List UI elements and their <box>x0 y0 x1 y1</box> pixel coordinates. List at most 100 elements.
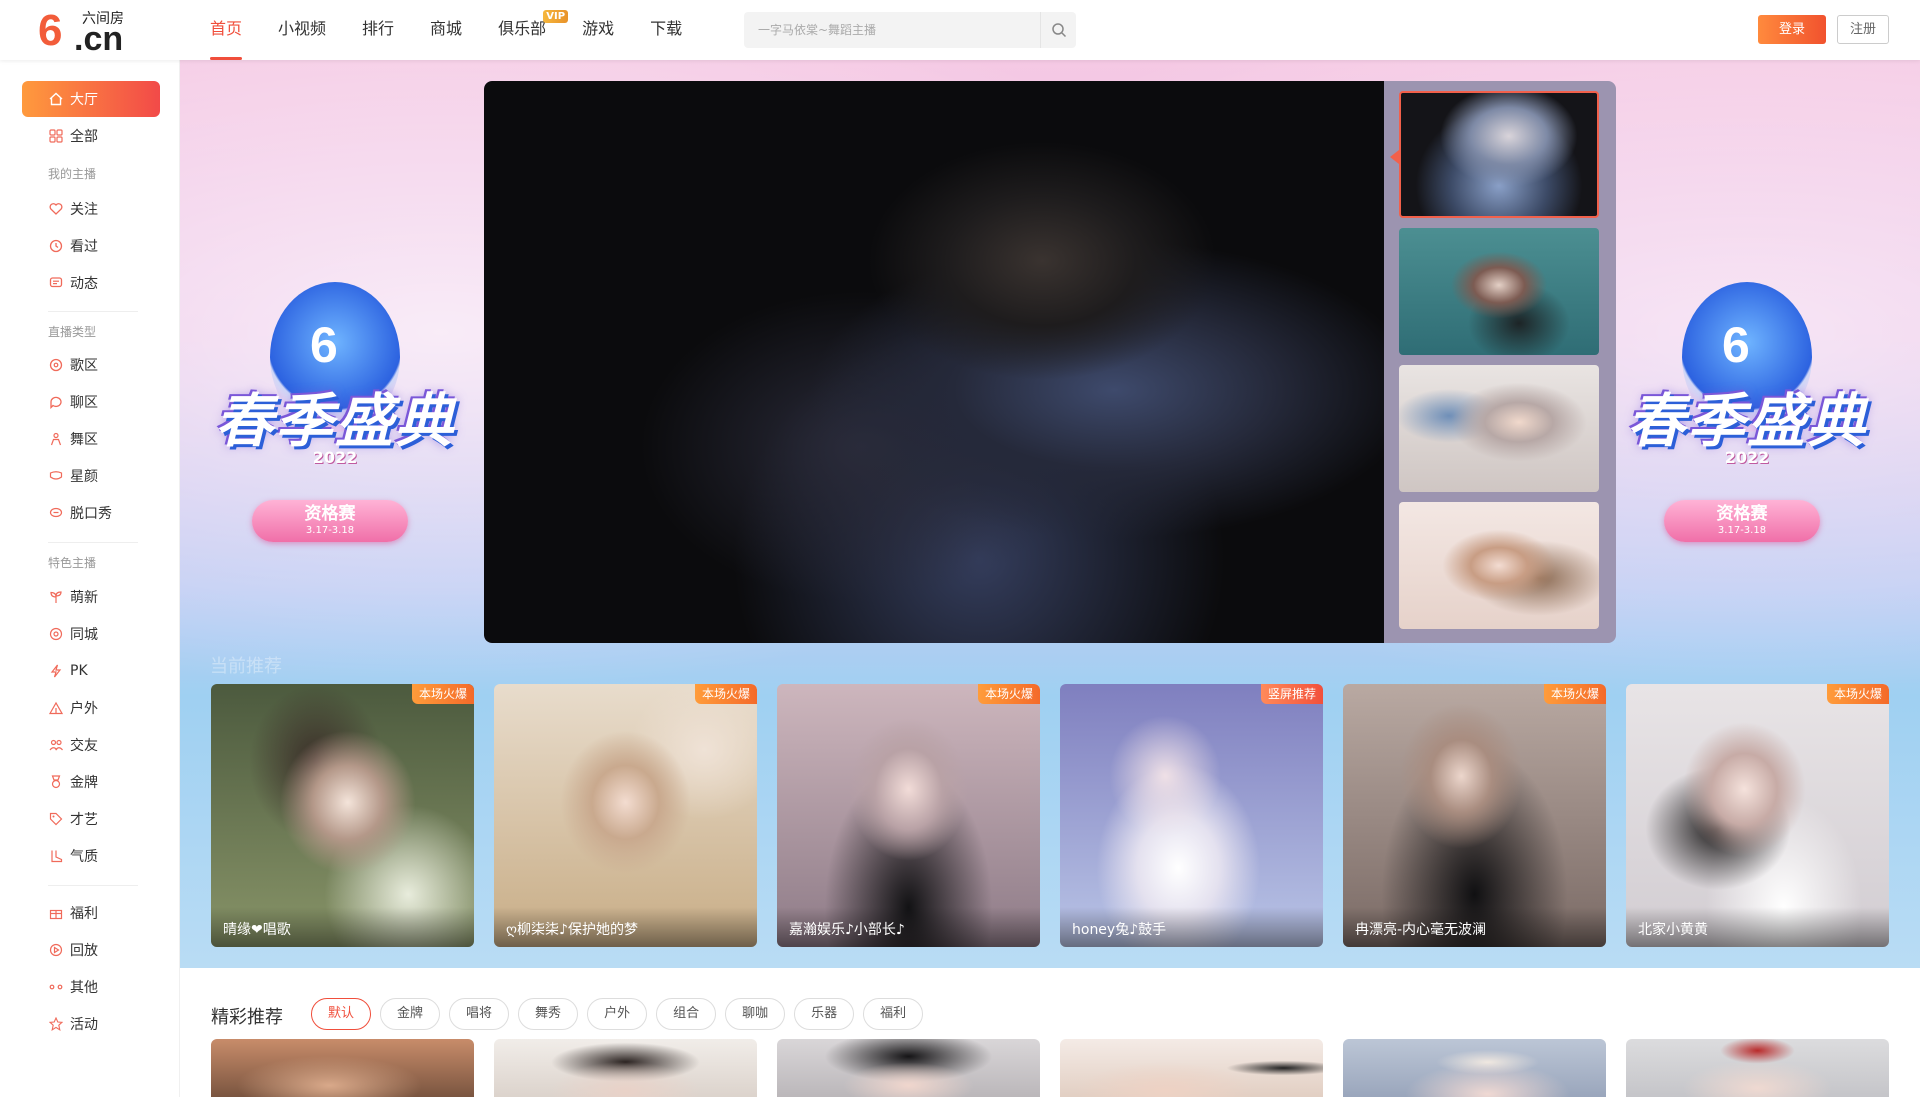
event-year: 2022 <box>312 448 358 467</box>
sidebar-item-newbie[interactable]: 萌新 <box>22 579 160 615</box>
sidebar-item-label: 金牌 <box>70 775 98 791</box>
sidebar-item-chat[interactable]: 聊区 <box>22 384 160 420</box>
stream-thumb[interactable] <box>1399 91 1599 218</box>
portrait-tag: 竖屏推荐 <box>1260 684 1323 704</box>
search-input[interactable] <box>744 12 1039 48</box>
live-card[interactable]: 竖屏推荐 honey兔♪鼓手 <box>1060 684 1323 947</box>
sidebar-item-welfare[interactable]: 福利 <box>22 895 160 931</box>
sidebar-item-replay[interactable]: 回放 <box>22 932 160 968</box>
nav-club[interactable]: 俱乐部 VIP <box>498 0 569 60</box>
sidebar-item-follow[interactable]: 关注 <box>22 191 160 227</box>
stream-thumb[interactable] <box>1399 502 1599 629</box>
video-stream[interactable] <box>484 81 1384 643</box>
live-card[interactable]: 本场火爆 冉漂亮-内心毫无波澜 <box>1343 684 1606 947</box>
filter-instrument[interactable]: 乐器 <box>794 998 855 1030</box>
featured-title: 精彩推荐 <box>211 1007 283 1028</box>
card-host-name: 北家小黄黄 <box>1626 907 1889 947</box>
filter-chat[interactable]: 聊咖 <box>725 998 786 1030</box>
sidebar-item-pk[interactable]: PK <box>22 653 160 689</box>
register-button[interactable]: 注册 <box>1837 15 1889 44</box>
sidebar-item-lobby[interactable]: 大厅 <box>22 81 160 117</box>
nav-mall-label: 商城 <box>430 19 463 38</box>
logo-cn: .cn <box>74 20 124 58</box>
sidebar-item-watched[interactable]: 看过 <box>22 228 160 264</box>
sidebar-item-same-city[interactable]: 同城 <box>22 616 160 652</box>
sidebar-item-dance[interactable]: 舞区 <box>22 421 160 457</box>
featured-card[interactable] <box>777 1039 1040 1097</box>
featured-card[interactable] <box>1343 1039 1606 1097</box>
nav-games[interactable]: 游戏 <box>582 0 614 60</box>
users-icon <box>48 737 64 753</box>
nav-home[interactable]: 首页 <box>210 0 243 60</box>
live-card[interactable]: 本场火爆 晴缘❤唱歌 <box>211 684 474 947</box>
filter-outdoor[interactable]: 户外 <box>587 998 648 1030</box>
location-icon <box>48 626 64 642</box>
sidebar-item-gold[interactable]: 金牌 <box>22 764 160 800</box>
category-featured-hosts: 特色主播 <box>48 556 97 570</box>
sidebar-item-temperament[interactable]: 气质 <box>22 838 160 874</box>
sidebar-divider <box>48 885 138 886</box>
featured-card[interactable] <box>494 1039 757 1097</box>
top-header: 6 六间房 .cn 首页 小视频 排行 商城 俱乐部VIP 游戏 下载 登录 注… <box>0 0 1920 60</box>
nav-mall[interactable]: 商城 <box>430 0 462 60</box>
event-badge-right[interactable]: 6 春季盛典 2022 资格赛 3.17-3.18 <box>1612 282 1882 572</box>
sidebar-item-feed[interactable]: 动态 <box>22 265 160 301</box>
star-icon <box>48 1016 64 1032</box>
sidebar-item-label: 才艺 <box>70 812 98 828</box>
featured-card[interactable] <box>211 1039 474 1097</box>
live-card[interactable]: 本场火爆 嘉瀚娱乐♪小部长♪ <box>777 684 1040 947</box>
gift-icon <box>48 905 64 921</box>
filter-dance[interactable]: 舞秀 <box>518 998 579 1030</box>
nav-club-label: 俱乐部 <box>498 19 547 38</box>
hot-tag: 本场火爆 <box>411 684 474 704</box>
tag-icon <box>48 811 64 827</box>
sidebar-item-label: 气质 <box>70 849 98 865</box>
sidebar-item-events[interactable]: 活动 <box>22 1006 160 1042</box>
nav-short-video[interactable]: 小视频 <box>278 0 326 60</box>
featured-card[interactable] <box>1060 1039 1323 1097</box>
chat-icon <box>48 394 64 410</box>
sidebar-item-singing[interactable]: 歌区 <box>22 347 160 383</box>
live-card[interactable]: 本场火爆 北家小黄黄 <box>1626 684 1889 947</box>
message-icon <box>48 275 64 291</box>
filter-group[interactable]: 组合 <box>656 998 717 1030</box>
sidebar-item-talk-show[interactable]: 脱口秀 <box>22 495 160 531</box>
thumb-pointer-icon <box>1390 150 1399 164</box>
sidebar-item-dating[interactable]: 交友 <box>22 727 160 763</box>
nav-ranking[interactable]: 排行 <box>362 0 394 60</box>
sidebar-item-label: 同城 <box>70 627 98 643</box>
sidebar-item-talent[interactable]: 才艺 <box>22 801 160 837</box>
hero-banner: 6 春季盛典 2022 资格赛 3.17-3.18 6 春季盛典 2022 资格… <box>180 60 1920 968</box>
event-badge-left[interactable]: 6 春季盛典 2022 资格赛 3.17-3.18 <box>200 282 470 572</box>
vip-badge: VIP <box>543 10 569 23</box>
site-logo[interactable]: 6 六间房 .cn <box>38 8 138 58</box>
qualifier-dates: 3.17-3.18 <box>1717 525 1767 536</box>
replay-icon <box>48 942 64 958</box>
sidebar-item-other[interactable]: 其他 <box>22 969 160 1005</box>
filter-gold[interactable]: 金牌 <box>380 998 441 1030</box>
qualifier-dates: 3.17-3.18 <box>305 525 355 536</box>
search-button[interactable] <box>1040 12 1076 48</box>
qualifier-label: 资格赛 <box>1716 504 1768 524</box>
disc-icon <box>48 357 64 373</box>
live-card[interactable]: 本场火爆 ღ柳柒柒♪保护她的梦 <box>494 684 757 947</box>
sprout-icon <box>48 589 64 605</box>
nav-download[interactable]: 下载 <box>650 0 682 60</box>
featured-card[interactable] <box>1626 1039 1889 1097</box>
stream-thumb[interactable] <box>1399 365 1599 492</box>
sidebar-item-all[interactable]: 全部 <box>22 118 160 154</box>
filter-default[interactable]: 默认 <box>311 998 372 1030</box>
login-button[interactable]: 登录 <box>1758 15 1826 44</box>
sidebar-item-label: 萌新 <box>70 590 98 606</box>
category-my-hosts: 我的主播 <box>48 167 97 181</box>
filter-welfare[interactable]: 福利 <box>863 998 924 1030</box>
sidebar-item-label: 活动 <box>70 1017 98 1033</box>
sidebar-item-star-face[interactable]: 星颜 <box>22 458 160 494</box>
sidebar-divider <box>48 542 138 543</box>
sidebar-item-label: 福利 <box>70 906 98 922</box>
sidebar-item-label: 交友 <box>70 738 98 754</box>
filter-singer[interactable]: 唱将 <box>449 998 510 1030</box>
stream-thumb[interactable] <box>1399 228 1599 355</box>
sidebar-item-outdoor[interactable]: 户外 <box>22 690 160 726</box>
sidebar-item-label: 全部 <box>70 129 98 145</box>
